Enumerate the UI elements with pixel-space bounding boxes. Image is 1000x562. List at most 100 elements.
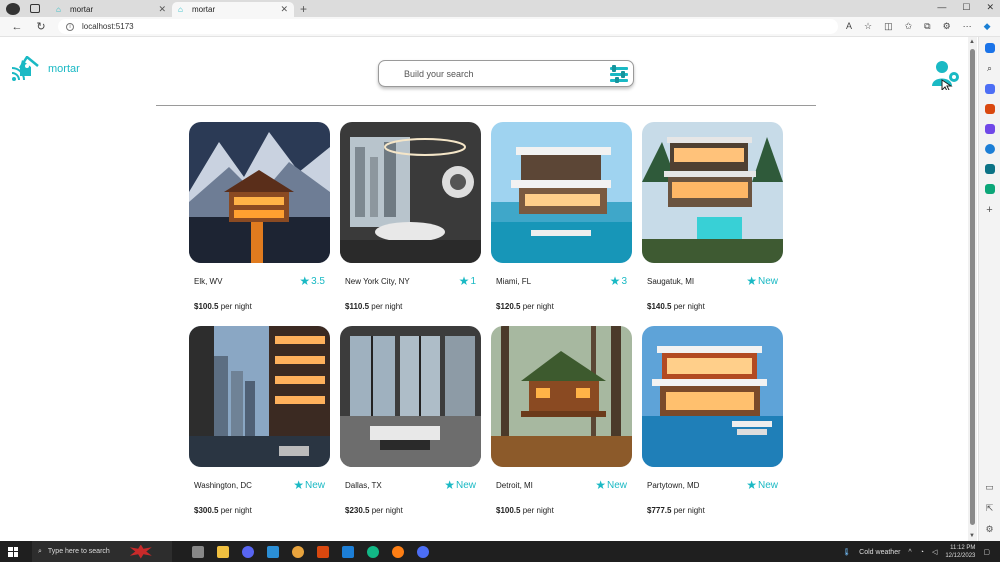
chrome-icon[interactable] [292, 545, 304, 558]
extensions-icon[interactable]: ⚙ [943, 21, 951, 32]
windows-taskbar: ⌕ Type here to search 🌡 Cold weather ^ ◔… [0, 541, 1000, 562]
listing-rating-value: New [304, 479, 325, 491]
read-aloud-icon[interactable]: A [846, 21, 852, 32]
favorites-icon[interactable]: ✩ [905, 21, 913, 32]
tab-mortar-2[interactable]: ⌂ mortar ✕ [172, 2, 294, 17]
copilot-icon[interactable]: ◆ [984, 21, 991, 32]
search-bar[interactable]: Build your search [378, 60, 634, 87]
listing-price-value: $300.5 [194, 506, 219, 515]
sidebar-settings-icon[interactable]: ⚙ [985, 524, 993, 535]
edge-icon[interactable] [367, 545, 379, 558]
favorite-star-icon[interactable]: ☆ [864, 21, 872, 32]
listing-card[interactable]: New York City, NY ★ 1 $110.5 per night [340, 122, 481, 326]
listing-rating-value: New [757, 479, 778, 491]
listing-photo[interactable] [491, 122, 632, 263]
listing-card[interactable]: Elk, WV ★ 3.5 $100.5 per night [189, 122, 330, 326]
new-tab-button[interactable]: + [300, 2, 307, 16]
open-external-icon[interactable]: ⇱ [986, 503, 994, 514]
profile-settings-button[interactable] [930, 58, 962, 95]
star-icon: ★ [746, 478, 757, 492]
listing-card[interactable]: Detroit, MI ★ New $100.5 per night [491, 326, 632, 530]
listing-price-unit: per night [220, 302, 252, 311]
search-icon[interactable]: ⌕ [987, 63, 992, 74]
listing-card[interactable]: Dallas, TX ★ New $230.5 per night [340, 326, 481, 530]
listing-photo[interactable] [340, 122, 481, 263]
clock[interactable]: 11:12 PM 12/12/2023 [945, 544, 975, 560]
bell-icon[interactable] [984, 43, 995, 53]
tray-chevron-icon[interactable]: ^ [908, 549, 911, 556]
listing-card[interactable]: Partytown, MD ★ New $777.5 per night [642, 326, 783, 530]
listing-location: Washington, DC [194, 480, 252, 490]
weather-text[interactable]: Cold weather [859, 549, 900, 556]
window-controls: — ☐ ✕ [937, 2, 994, 13]
copilot-sidebar-icon[interactable] [984, 144, 995, 154]
page-scrollbar[interactable]: ▲ ▼ [968, 37, 977, 541]
vscode-icon[interactable] [342, 545, 354, 558]
close-window-icon[interactable]: ✕ [986, 2, 994, 13]
tab-mortar-1[interactable]: ⌂ mortar ✕ [50, 2, 172, 17]
postman-icon[interactable] [392, 545, 404, 558]
weather-icon[interactable]: 🌡 [842, 548, 851, 556]
games-icon[interactable] [984, 124, 995, 134]
split-screen-icon[interactable]: ◫ [884, 21, 893, 32]
collections-icon[interactable]: ⧉ [924, 21, 930, 32]
profile-icon[interactable] [6, 2, 20, 15]
listing-photo[interactable] [642, 122, 783, 263]
drop-icon[interactable] [984, 184, 995, 194]
listing-card[interactable]: Washington, DC ★ New $300.5 per night [189, 326, 330, 530]
more-menu-icon[interactable]: ⋯ [963, 21, 972, 32]
listing-photo[interactable] [491, 326, 632, 467]
listing-rating: ★ 1 [459, 274, 476, 288]
mortar-logo[interactable]: mortar [10, 56, 80, 82]
close-tab-icon[interactable]: ✕ [280, 4, 288, 15]
taskbar-search[interactable]: ⌕ Type here to search [32, 541, 172, 562]
toolbox-icon[interactable] [984, 104, 995, 114]
back-icon[interactable]: ← [10, 21, 24, 33]
listing-photo[interactable] [189, 326, 330, 467]
refresh-icon[interactable]: ↻ [34, 20, 48, 33]
filter-sliders-icon[interactable] [609, 65, 629, 83]
listing-location: Dallas, TX [345, 480, 382, 490]
listing-price: $120.5 per night [496, 302, 554, 311]
clock-time: 11:12 PM [950, 545, 976, 551]
scroll-down-icon[interactable]: ▼ [969, 533, 975, 539]
listing-meta: Washington, DC ★ New [194, 478, 325, 492]
close-tab-icon[interactable]: ✕ [158, 4, 166, 15]
listing-price-value: $120.5 [496, 302, 521, 311]
listing-card[interactable]: Miami, FL ★ 3 $120.5 per night [491, 122, 632, 326]
discord-icon[interactable] [242, 545, 254, 558]
url-text: localhost:5173 [82, 22, 134, 31]
info-icon[interactable]: i [66, 22, 74, 31]
listing-price: $230.5 per night [345, 506, 403, 515]
sidebar-panel-icon[interactable]: ▭ [985, 482, 994, 493]
tab-title: mortar [70, 5, 94, 14]
minimize-icon[interactable]: — [937, 2, 946, 13]
listing-photo[interactable] [642, 326, 783, 467]
paw-app-icon[interactable] [267, 545, 279, 558]
outlook-icon[interactable] [984, 164, 995, 174]
listing-photo[interactable] [189, 122, 330, 263]
listing-rating-value: 1 [470, 275, 476, 287]
workspaces-icon[interactable] [30, 4, 40, 13]
notifications-icon[interactable]: ▢ [983, 548, 990, 556]
maximize-icon[interactable]: ☐ [962, 2, 970, 13]
clock-date: 12/12/2023 [945, 553, 976, 559]
network-icon[interactable]: ◔ [920, 549, 924, 556]
listing-meta: Partytown, MD ★ New [647, 478, 778, 492]
listing-card[interactable]: Saugatuk, MI ★ New $140.5 per night [642, 122, 783, 326]
listing-price-value: $140.5 [647, 302, 672, 311]
add-sidebar-app-icon[interactable]: + [986, 204, 992, 216]
scroll-up-icon[interactable]: ▲ [969, 39, 975, 45]
volume-icon[interactable]: ◁ [932, 548, 937, 556]
scrollbar-thumb[interactable] [970, 49, 975, 525]
windows-start-icon[interactable] [8, 546, 18, 557]
listing-photo[interactable] [340, 326, 481, 467]
logo-text: mortar [48, 63, 80, 75]
url-field[interactable]: i localhost:5173 [58, 19, 838, 34]
app-orange-icon[interactable] [317, 545, 329, 558]
app-blue-icon[interactable] [417, 545, 429, 558]
address-bar: ← ↻ i localhost:5173 A ☆ ◫ ✩ ⧉ ⚙ ⋯ ◆ [0, 17, 1000, 37]
file-explorer-icon[interactable] [217, 545, 229, 558]
shopping-tag-icon[interactable] [984, 84, 995, 94]
task-view-icon[interactable] [192, 545, 204, 558]
